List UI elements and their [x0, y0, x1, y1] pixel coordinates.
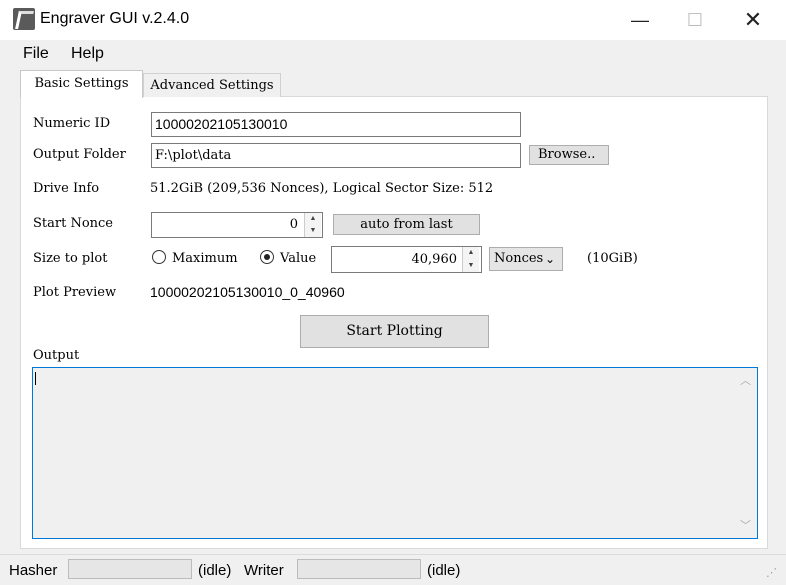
start-nonce-label: Start Nonce — [33, 216, 113, 231]
size-to-plot-label: Size to plot — [33, 251, 108, 266]
numeric-id-label: Numeric ID — [33, 116, 111, 131]
size-value-spinner[interactable]: ▲ ▼ — [462, 247, 479, 272]
auto-from-last-button[interactable]: auto from last — [333, 214, 480, 235]
output-textarea[interactable] — [32, 367, 758, 539]
numeric-id-input[interactable]: 10000202105130010 — [151, 112, 521, 137]
hasher-status: (idle) — [198, 562, 232, 579]
writer-progress-bar — [297, 559, 421, 579]
drive-info-label: Drive Info — [33, 181, 100, 196]
writer-status: (idle) — [427, 562, 461, 579]
plot-preview-value: 10000202105130010_0_40960 — [150, 284, 345, 300]
start-nonce-input[interactable]: 0 — [151, 212, 323, 238]
scroll-up-icon[interactable]: ︿ — [740, 372, 751, 388]
output-label: Output — [33, 348, 80, 363]
spin-up-icon[interactable]: ▲ — [463, 247, 479, 260]
hasher-label: Hasher — [9, 562, 58, 579]
text-cursor — [35, 372, 36, 385]
menu-help[interactable]: Help — [71, 45, 104, 63]
tab-basic-settings[interactable]: Basic Settings — [20, 70, 143, 98]
maximize-button[interactable]: ☐ — [672, 0, 718, 40]
minimize-button[interactable]: — — [617, 0, 663, 40]
radio-maximum[interactable] — [152, 250, 166, 264]
size-gib-text: (10GiB) — [587, 251, 638, 266]
scroll-down-icon[interactable]: ﹀ — [740, 517, 751, 533]
start-plotting-button[interactable]: Start Plotting — [300, 315, 489, 348]
app-icon — [13, 8, 35, 30]
browse-button[interactable]: Browse.. — [529, 145, 609, 165]
tab-advanced-settings[interactable]: Advanced Settings — [143, 73, 281, 97]
window-title: Engraver GUI v.2.4.0 — [40, 10, 190, 27]
radio-value[interactable] — [260, 250, 274, 264]
drive-info-value: 51.2GiB (209,536 Nonces), Logical Sector… — [150, 181, 494, 196]
start-nonce-spinner[interactable]: ▲ ▼ — [304, 213, 321, 237]
radio-maximum-label[interactable]: Maximum — [172, 251, 238, 266]
hasher-progress-bar — [68, 559, 192, 579]
chevron-down-icon[interactable]: ⌄ — [545, 247, 555, 271]
resize-grip-icon[interactable]: ⋰ — [766, 566, 777, 579]
output-folder-input[interactable]: F:\plot\data — [151, 143, 521, 168]
spin-up-icon[interactable]: ▲ — [305, 213, 321, 225]
spin-down-icon[interactable]: ▼ — [463, 260, 479, 273]
plot-preview-label: Plot Preview — [33, 285, 117, 300]
radio-value-label[interactable]: Value — [280, 251, 316, 266]
menu-bar — [0, 40, 786, 68]
writer-label: Writer — [244, 562, 284, 579]
spin-down-icon[interactable]: ▼ — [305, 225, 321, 237]
close-button[interactable]: ✕ — [730, 0, 776, 40]
size-value-input[interactable]: 40,960 — [331, 246, 482, 273]
menu-file[interactable]: File — [23, 45, 49, 63]
output-folder-label: Output Folder — [33, 147, 126, 162]
